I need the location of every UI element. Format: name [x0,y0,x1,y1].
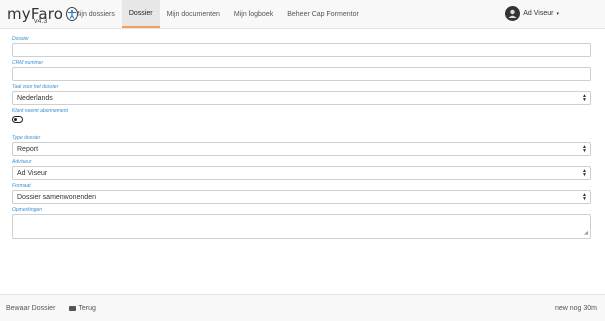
select-arrows-icon: ▲ ▼ [582,168,587,178]
nav-item-dossier[interactable]: Dossier [121,0,160,28]
taal-value: Nederlands [17,94,53,102]
dossier-form: Dossier CRM nummer Taal voor het dossier… [12,36,591,239]
user-avatar-icon [505,6,521,21]
chevron-down-icon: ▾ [556,10,559,17]
select-arrows-icon: ▲ ▼ [582,93,587,103]
nav-item-mijn-logboek[interactable]: Mijn logboek [227,0,280,28]
opmerkingen-textarea[interactable]: ◢ [12,214,591,239]
brand-version: v4.3 [34,18,48,25]
back-button[interactable]: Terug [69,305,96,312]
formaat-label: Formaat [12,183,31,189]
opmerkingen-label: Opmerkingen [12,207,43,213]
top-navbar: myFaro v4.3 Mijn dossiers Dossier Mijn d… [0,0,605,29]
adviseur-label: Adviseur [12,159,32,165]
accessibility-icon [66,7,79,21]
footer-bar: Bewaar Dossier Terug new nog 30m [0,294,605,321]
formaat-value: Dossier samenwonenden [17,193,96,201]
adviseur-value: Ad Viseur [17,169,48,177]
dossier-input[interactable] [12,43,591,57]
save-button[interactable]: Bewaar Dossier [6,305,55,312]
resize-handle-icon[interactable]: ◢ [584,230,588,236]
select-arrows-icon: ▲ ▼ [582,144,587,154]
taal-label: Taal voor het dossier [12,84,59,90]
dossier-label: Dossier [12,36,29,42]
crm-label: CRM nummer [12,60,44,66]
nav-item-mijn-documenten[interactable]: Mijn documenten [160,0,227,28]
formaat-select[interactable]: Dossier samenwonenden ▲ ▼ [12,190,591,204]
nav-item-beheer[interactable]: Beheer Cap Formentor [280,0,366,28]
type-select[interactable]: Report ▲ ▼ [12,142,591,156]
user-name: Ad Viseur [523,10,554,17]
main-nav: Mijn dossiers Dossier Mijn documenten Mi… [67,0,366,28]
abonnement-toggle[interactable] [12,116,23,123]
user-menu[interactable]: Ad Viseur ▾ [505,6,559,21]
adviseur-select[interactable]: Ad Viseur ▲ ▼ [12,166,591,180]
session-timer: new nog 30m [554,304,597,312]
back-label: Terug [78,304,96,312]
select-arrows-icon: ▲ ▼ [582,192,587,202]
crm-input[interactable] [12,67,591,81]
brand[interactable]: myFaro v4.3 [0,0,79,28]
type-value: Report [17,145,39,153]
taal-select[interactable]: Nederlands ▲ ▼ [12,91,591,105]
back-icon [69,305,77,311]
abonnement-label: Klant neemt abonnement [12,108,68,114]
type-label: Type dossier [12,135,41,141]
